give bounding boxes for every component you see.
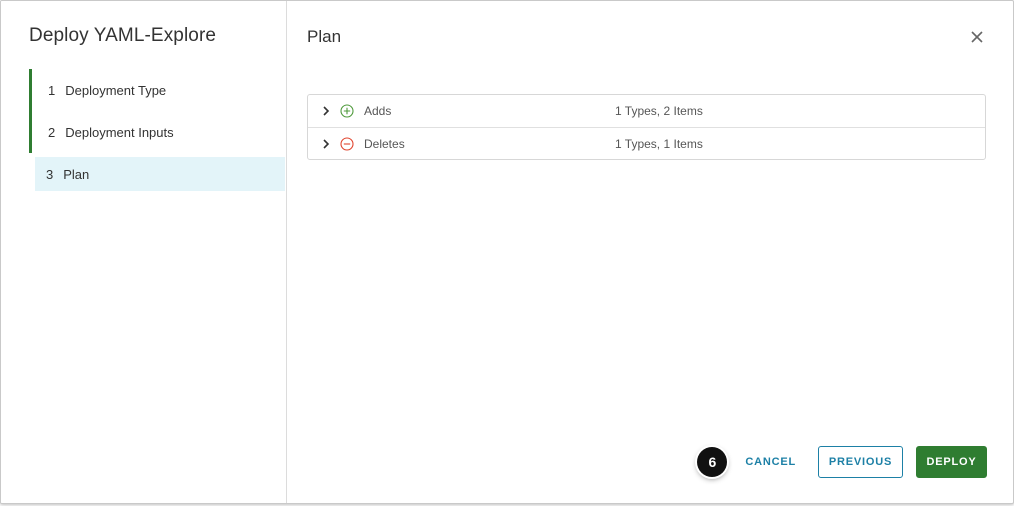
step-number: 3: [46, 166, 54, 182]
page-title: Plan: [307, 27, 342, 46]
plan-table: Adds 1 Types, 2 Items Deletes 1 Types, 1…: [307, 94, 986, 160]
plus-circle-icon: [340, 104, 354, 118]
plan-row-name: Adds: [364, 104, 392, 118]
wizard-steps: 1 Deployment Type 2 Deployment Inputs 3 …: [29, 69, 286, 191]
minus-circle-icon: [340, 137, 354, 151]
plan-row-deletes: Deletes 1 Types, 1 Items: [308, 127, 985, 159]
plan-row-summary: 1 Types, 2 Items: [615, 104, 703, 118]
wizard-sidebar: Deploy YAML-Explore 1 Deployment Type 2 …: [1, 1, 287, 503]
deploy-button[interactable]: DEPLOY: [916, 446, 987, 478]
chevron-right-icon[interactable]: [320, 138, 332, 150]
step-number: 2: [48, 124, 56, 140]
step-label: Deployment Inputs: [65, 124, 174, 140]
plan-row-adds: Adds 1 Types, 2 Items: [308, 95, 985, 127]
previous-button[interactable]: PREVIOUS: [818, 446, 903, 478]
chevron-right-icon[interactable]: [320, 105, 332, 117]
step-label: Deployment Type: [65, 82, 167, 98]
plan-row-name: Deletes: [364, 136, 405, 151]
cancel-button[interactable]: CANCEL: [735, 446, 806, 478]
step-deployment-type[interactable]: 1 Deployment Type: [29, 69, 286, 111]
step-plan[interactable]: 3 Plan: [35, 157, 285, 191]
step-number: 1: [48, 82, 56, 98]
deploy-dialog: Deploy YAML-Explore 1 Deployment Type 2 …: [0, 0, 1014, 504]
plan-row-summary: 1 Types, 1 Items: [615, 136, 703, 151]
close-icon[interactable]: [969, 29, 985, 45]
wizard-footer: 6 CANCEL PREVIOUS DEPLOY: [697, 446, 987, 478]
step-label: Plan: [63, 166, 90, 182]
step-marker-badge: 6: [697, 447, 728, 477]
wizard-content: Plan Adds 1 Types, 2 Items Deletes 1 Typ…: [287, 1, 1013, 503]
wizard-title: Deploy YAML-Explore: [29, 25, 217, 46]
step-deployment-inputs[interactable]: 2 Deployment Inputs: [29, 111, 286, 153]
